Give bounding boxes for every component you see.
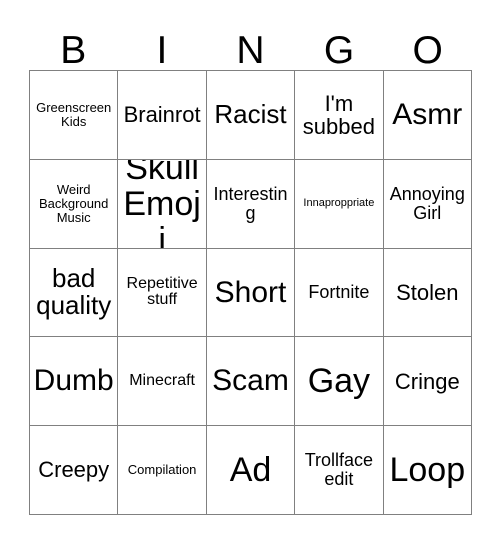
bingo-cell-label: Weird Background Music [39, 182, 109, 225]
bingo-cell-r4-c2[interactable]: Minecraft [118, 337, 207, 427]
bingo-cell-label: Innaproppriate [303, 196, 375, 209]
bingo-cell-r1-c4[interactable]: I'm subbed [295, 71, 384, 160]
bingo-cell-r1-c5[interactable]: Asmr [383, 71, 472, 160]
bingo-cell-label: Ad [229, 451, 272, 490]
bingo-cell-r1-c3[interactable]: Racist [206, 71, 296, 160]
bingo-cell-label: Greenscreen Kids [36, 100, 112, 129]
bingo-cell-r3-c2[interactable]: Repetitive stuff [118, 248, 207, 338]
bingo-cell-r5-c1[interactable]: Creepy [30, 426, 119, 515]
bingo-cell-label: Cringe [394, 368, 460, 394]
bingo-cell-r5-c4[interactable]: Trollface edit [295, 426, 384, 515]
bingo-cell-r2-c3[interactable]: Interesting [206, 159, 296, 249]
bingo-cell-label: Racist [214, 99, 287, 130]
bingo-cell-label: Brainrot [123, 102, 201, 128]
bingo-cell-r2-c4[interactable]: Innaproppriate [295, 159, 384, 249]
bingo-cell-label: Skull Emoji [123, 159, 201, 249]
bingo-cell-label: Fortnite [308, 281, 370, 302]
bingo-header-row: BINGO [29, 16, 472, 70]
bingo-cell-label: Loop [389, 451, 466, 490]
bingo-cell-label: Compilation [127, 462, 197, 478]
bingo-cell-r4-c4[interactable]: Gay [295, 337, 384, 427]
bingo-cell-label: bad quality [36, 262, 112, 321]
bingo-cell-r3-c3[interactable]: Short [206, 248, 296, 338]
bingo-header-letter-b: B [60, 29, 87, 72]
bingo-cell-r5-c5[interactable]: Loop [383, 426, 472, 515]
bingo-cell-label: Minecraft [129, 371, 195, 389]
bingo-cell-r2-c5[interactable]: Annoying Girl [383, 159, 472, 249]
bingo-cell-r5-c3[interactable]: Ad [206, 426, 296, 515]
bingo-cell-label: Repetitive stuff [126, 274, 198, 309]
bingo-cell-label: Scam [212, 364, 289, 398]
bingo-cell-label: Dumb [33, 364, 114, 398]
bingo-header-letter-o: O [412, 29, 443, 72]
bingo-cell-label: Stolen [396, 279, 459, 305]
bingo-cell-r4-c3[interactable]: Scam [206, 337, 296, 427]
bingo-cell-label: Asmr [392, 98, 463, 131]
bingo-cell-r3-c1[interactable]: bad quality [30, 248, 119, 338]
bingo-cell-label: Short [214, 275, 287, 309]
bingo-cell-r2-c1[interactable]: Weird Background Music [30, 159, 119, 249]
bingo-cell-r5-c2[interactable]: Compilation [118, 426, 207, 515]
bingo-grid: Greenscreen Kids Brainrot Racist I'm subbed… [29, 70, 472, 515]
bingo-header-letter-i: I [156, 29, 168, 72]
bingo-header-letter-n: N [236, 29, 265, 72]
bingo-cell-r4-c5[interactable]: Cringe [383, 337, 472, 427]
bingo-card: B I N G O Greenscreen Kids Brainrot Racist I'm … [0, 0, 500, 544]
bingo-cell-r4-c1[interactable]: Dumb [30, 337, 119, 427]
bingo-cell-r1-c1[interactable]: Greenscreen Kids [30, 71, 119, 160]
bingo-cell-label: Interesting [213, 183, 288, 223]
bingo-cell-label: I'm subbed [302, 90, 375, 139]
bingo-cell-label: Annoying Girl [389, 183, 465, 223]
bingo-cell-r3-c5[interactable]: Stolen [383, 248, 472, 338]
bingo-header-letter-g: G [323, 29, 355, 72]
bingo-cell-r2-c2[interactable]: Skull Emoji [118, 159, 207, 249]
bingo-cell-label: Gay [307, 362, 371, 401]
bingo-cell-label: Trollface edit [304, 450, 374, 490]
bingo-cell-r1-c2[interactable]: Brainrot [118, 71, 207, 160]
bingo-cell-r3-c4[interactable]: Fortnite [295, 248, 384, 338]
bingo-cell-label: Creepy [38, 457, 110, 483]
